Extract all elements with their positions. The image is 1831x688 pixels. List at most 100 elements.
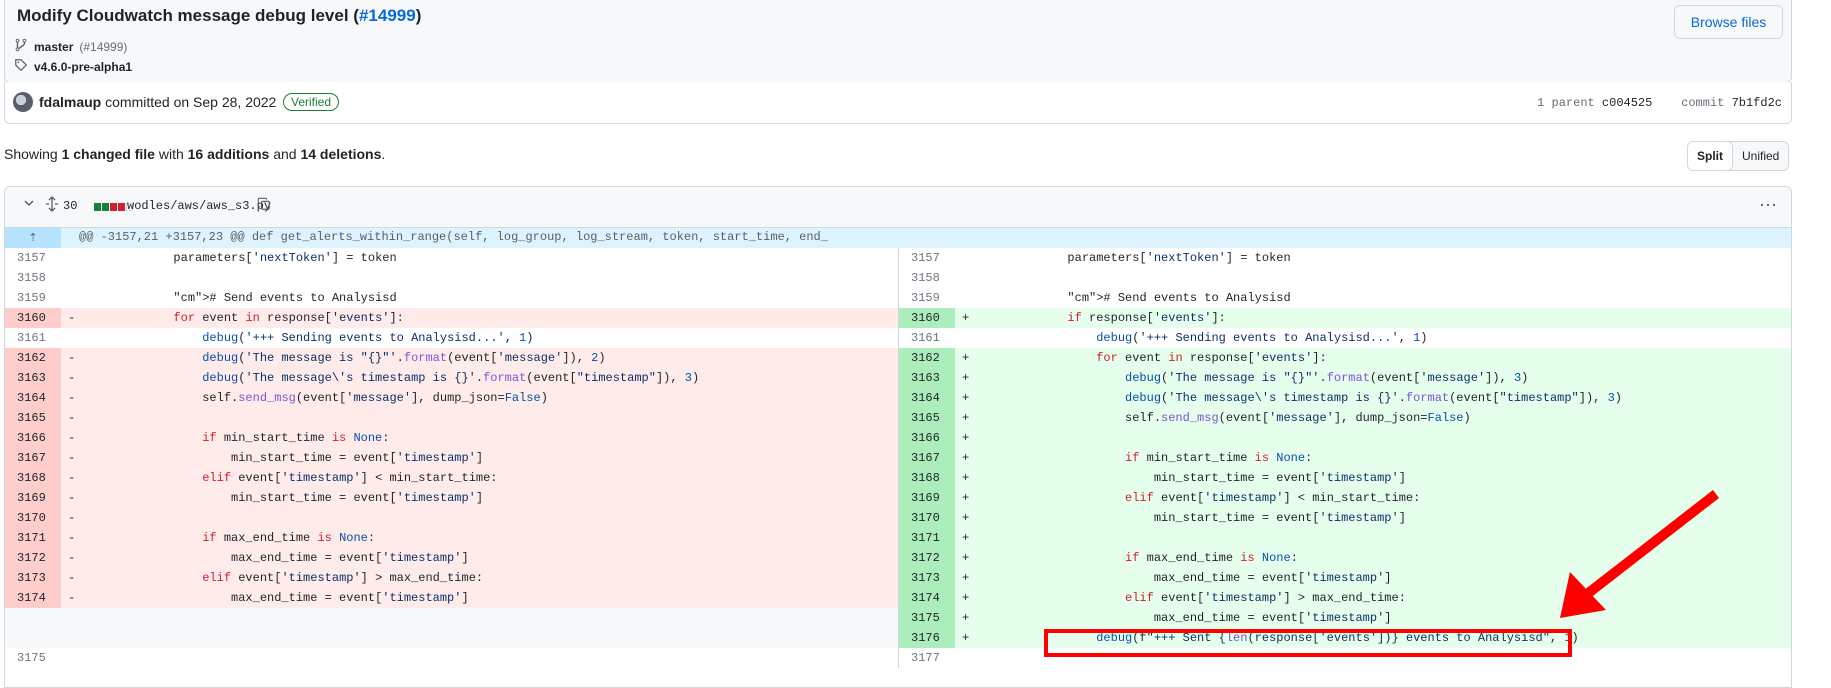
tag-name[interactable]: v4.6.0-pre-alpha1 xyxy=(34,60,132,74)
line-number[interactable]: 3164 xyxy=(899,388,955,408)
line-number[interactable]: 3158 xyxy=(899,268,955,288)
line-number[interactable]: 3177 xyxy=(899,648,955,668)
line-number[interactable]: 3175 xyxy=(899,608,955,628)
code-line: elif event['timestamp'] > max_end_time: xyxy=(202,571,484,585)
line-number[interactable]: 3173 xyxy=(899,568,955,588)
line-number[interactable]: 3161 xyxy=(5,328,61,348)
line-number[interactable]: 3167 xyxy=(5,448,61,468)
line-number[interactable]: 3168 xyxy=(899,468,955,488)
line-number[interactable]: 3166 xyxy=(899,428,955,448)
hunk-header-text: @@ -3157,21 +3157,23 @@ def get_alerts_w… xyxy=(79,230,828,244)
line-number[interactable]: 3167 xyxy=(899,448,955,468)
verified-badge[interactable]: Verified xyxy=(283,93,340,111)
code-line: min_start_time = event['timestamp'] xyxy=(87,451,484,465)
line-number[interactable]: 3163 xyxy=(899,368,955,388)
line-number[interactable] xyxy=(5,628,61,648)
diff-row: 3158 xyxy=(899,268,1791,288)
code-line: parameters['nextToken'] = token xyxy=(981,251,1291,265)
annotation-arrow-icon xyxy=(1560,490,1720,618)
diff-marker: - xyxy=(68,351,76,365)
line-number[interactable]: 3172 xyxy=(5,548,61,568)
line-number[interactable]: 3170 xyxy=(5,508,61,528)
diff-marker: - xyxy=(68,311,76,325)
line-number[interactable]: 3165 xyxy=(899,408,955,428)
line-number[interactable]: 3170 xyxy=(899,508,955,528)
line-number[interactable]: 3163 xyxy=(5,368,61,388)
line-number[interactable]: 3159 xyxy=(899,288,955,308)
diff-row: 3159 "cm"># Send events to Analysisd xyxy=(899,288,1791,308)
code-line: self.send_msg(event['message'], dump_jso… xyxy=(87,391,548,405)
unified-button[interactable]: Unified xyxy=(1733,142,1788,170)
branch-name[interactable]: master xyxy=(34,40,73,54)
diff-marker: + xyxy=(962,511,970,525)
line-number[interactable]: 3171 xyxy=(5,528,61,548)
code-line: debug('The message is "{}"'.format(event… xyxy=(202,351,606,365)
diff-row: 3159 "cm"># Send events to Analysisd xyxy=(5,288,898,308)
line-number[interactable]: 3159 xyxy=(5,288,61,308)
line-number[interactable]: 3176 xyxy=(899,628,955,648)
line-number[interactable]: 3174 xyxy=(899,588,955,608)
summary-changed: 1 changed file xyxy=(61,146,155,162)
line-number[interactable]: 3168 xyxy=(5,468,61,488)
diff-marker: - xyxy=(68,511,76,525)
line-number[interactable]: 3161 xyxy=(899,328,955,348)
file-path[interactable]: wodles/aws/aws_s3.py xyxy=(127,199,271,213)
line-number[interactable]: 3171 xyxy=(899,528,955,548)
diff-row: 3163- debug('The message\'s timestamp is… xyxy=(5,368,898,388)
diff-marker: - xyxy=(68,571,76,585)
diff-marker: + xyxy=(962,391,970,405)
code-line: max_end_time = event['timestamp'] xyxy=(87,591,469,605)
line-number[interactable]: 3157 xyxy=(5,248,61,268)
line-number[interactable]: 3157 xyxy=(899,248,955,268)
file-header: 30 wodles/aws/aws_s3.py ⋯ xyxy=(5,187,1791,228)
code-line: if max_end_time is None: xyxy=(1125,551,1298,565)
line-number[interactable]: 3169 xyxy=(899,488,955,508)
commit-sha[interactable]: 7b1fd2c xyxy=(1732,96,1782,110)
changes-count: 30 xyxy=(63,199,78,213)
author-name[interactable]: fdalmaup xyxy=(39,94,101,110)
pr-link[interactable]: #14999 xyxy=(359,6,416,25)
diff-marker: - xyxy=(68,371,76,385)
diff-row: 3157 parameters['nextToken'] = token xyxy=(5,248,898,268)
chevron-down-icon[interactable] xyxy=(23,197,35,212)
expand-all-icon[interactable] xyxy=(45,196,59,215)
more-options-icon[interactable]: ⋯ xyxy=(1759,195,1777,216)
code-line: elif event['timestamp'] > max_end_time: xyxy=(1125,591,1406,605)
line-number[interactable]: 3166 xyxy=(5,428,61,448)
diff-marker: - xyxy=(68,591,76,605)
line-number[interactable]: 3165 xyxy=(5,408,61,428)
diff-left-side: 3157 parameters['nextToken'] = token 3158… xyxy=(5,248,898,668)
avatar[interactable] xyxy=(13,92,33,112)
line-number[interactable]: 3162 xyxy=(5,348,61,368)
diff-row: 3165 + self.send_msg(event['message'], du… xyxy=(899,408,1791,428)
parent-sha[interactable]: c004525 xyxy=(1602,96,1652,110)
diff-row: 3165- xyxy=(5,408,898,428)
diff-row: 3171- if max_end_time is None: xyxy=(5,528,898,548)
line-number[interactable] xyxy=(5,608,61,628)
line-number[interactable]: 3164 xyxy=(5,388,61,408)
line-number[interactable]: 3158 xyxy=(5,268,61,288)
line-number[interactable]: 3162 xyxy=(899,348,955,368)
diff-row: 3173- elif event['timestamp'] > max_end_… xyxy=(5,568,898,588)
line-number[interactable]: 3160 xyxy=(899,308,955,328)
code-line: max_end_time = event['timestamp'] xyxy=(981,571,1392,585)
summary-and: and xyxy=(273,146,297,162)
code-line: min_start_time = event['timestamp'] xyxy=(87,491,484,505)
diff-row xyxy=(5,608,898,628)
split-button[interactable]: Split xyxy=(1688,142,1733,170)
line-number[interactable]: 3175 xyxy=(5,648,61,668)
line-number[interactable]: 3169 xyxy=(5,488,61,508)
line-number[interactable]: 3173 xyxy=(5,568,61,588)
line-number[interactable]: 3160 xyxy=(5,308,61,328)
expand-up-icon[interactable]: ⇡ xyxy=(5,228,61,248)
code-line: for event in response['events']: xyxy=(173,311,404,325)
diff-marker: + xyxy=(962,351,970,365)
diff-row: 3164- self.send_msg(event['message'], du… xyxy=(5,388,898,408)
line-number[interactable]: 3174 xyxy=(5,588,61,608)
diff-marker: + xyxy=(962,611,970,625)
diffstat-add xyxy=(94,203,101,211)
line-number[interactable]: 3172 xyxy=(899,548,955,568)
copy-icon[interactable] xyxy=(257,197,271,214)
browse-files-button[interactable]: Browse files xyxy=(1674,5,1783,39)
diff-marker: - xyxy=(68,451,76,465)
